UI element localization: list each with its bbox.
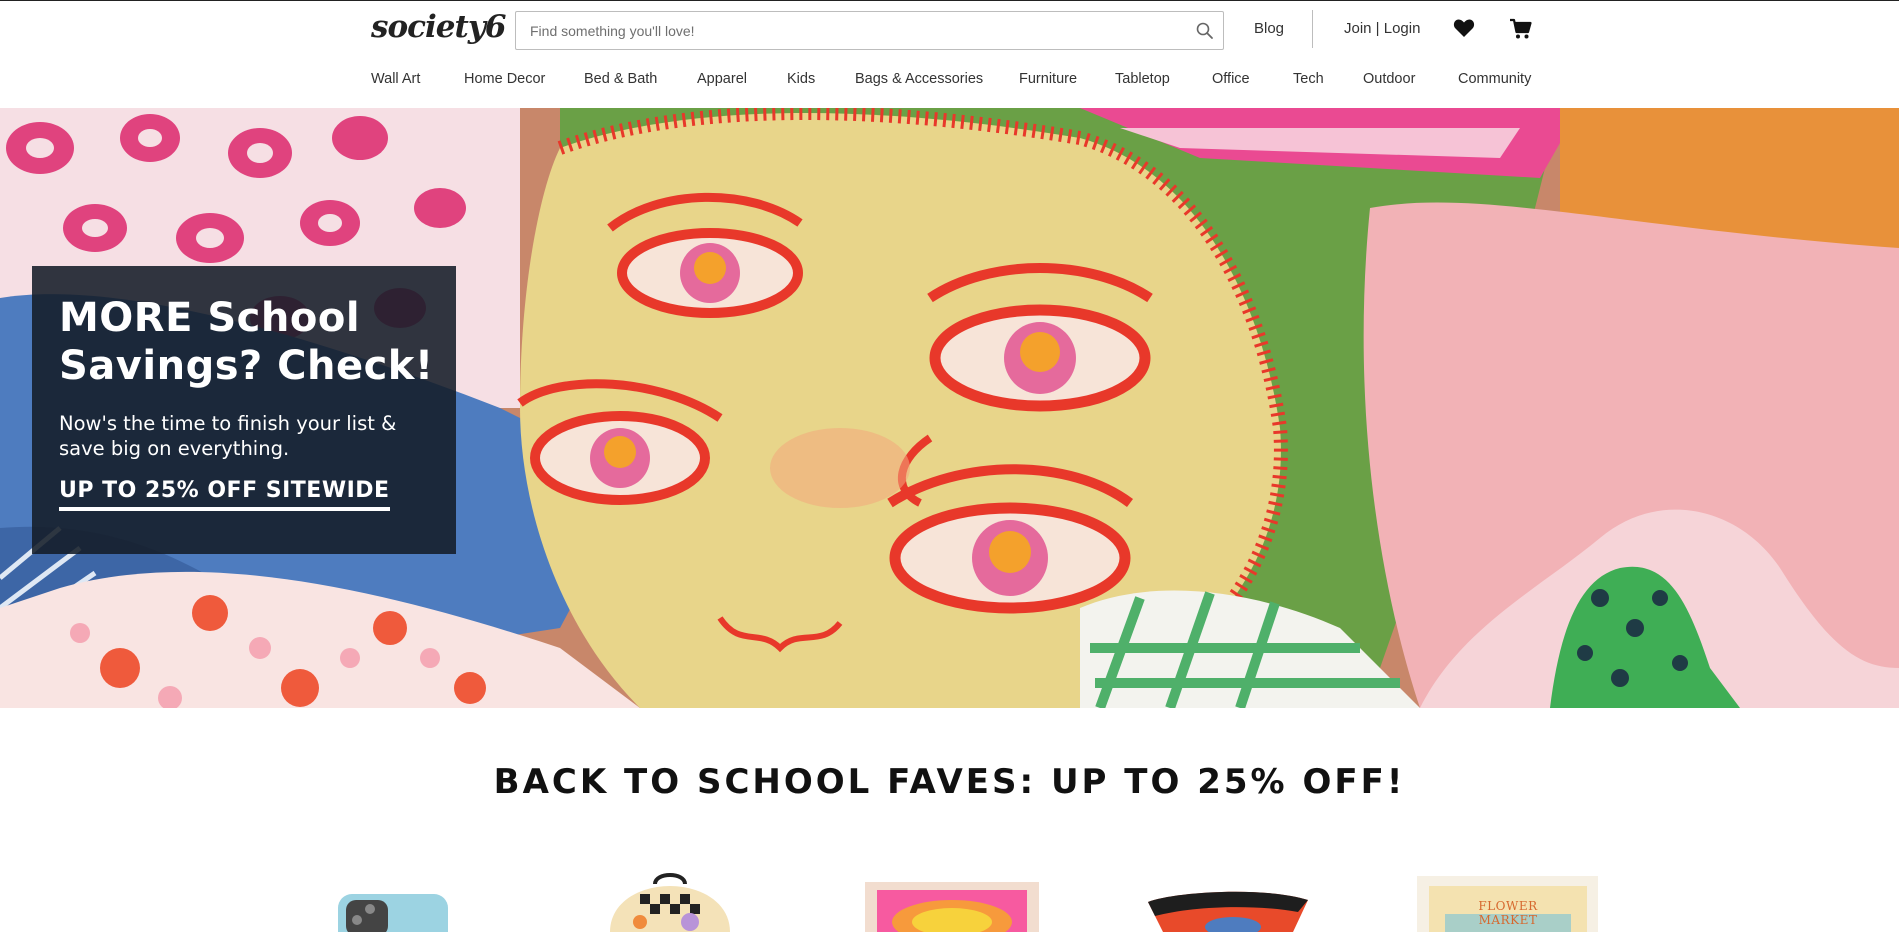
blog-link[interactable]: Blog xyxy=(1254,20,1284,37)
site-header: society6 Blog Join | Login Wall Art Home… xyxy=(0,1,1899,107)
product-row: FLOWER MARKET xyxy=(0,872,1899,932)
hero-banner[interactable]: MORE School Savings? Check! Now's the ti… xyxy=(0,108,1899,708)
nav-tech[interactable]: Tech xyxy=(1293,71,1324,87)
search-bar xyxy=(515,11,1224,50)
promo-panel: MORE School Savings? Check! Now's the ti… xyxy=(32,266,456,554)
nav-kids[interactable]: Kids xyxy=(787,71,815,87)
nav-community[interactable]: Community xyxy=(1458,71,1531,87)
nav-home-decor[interactable]: Home Decor xyxy=(464,71,545,87)
category-nav: Wall Art Home Decor Bed & Bath Apparel K… xyxy=(0,71,1899,93)
nav-apparel[interactable]: Apparel xyxy=(697,71,747,87)
join-login-link[interactable]: Join | Login xyxy=(1344,20,1420,37)
product-backpack[interactable] xyxy=(600,872,740,932)
product-phone-case[interactable] xyxy=(336,872,451,932)
section-title: BACK TO SCHOOL FAVES: UP TO 25% OFF! xyxy=(493,762,1406,802)
promo-cta-link[interactable]: UP TO 25% OFF SITEWIDE xyxy=(59,478,390,511)
promo-subtitle: Now's the time to finish your list & sav… xyxy=(59,412,397,460)
cart-icon[interactable] xyxy=(1509,18,1533,40)
promo-title: MORE School Savings? Check! xyxy=(59,295,434,389)
nav-bed-bath[interactable]: Bed & Bath xyxy=(584,71,657,87)
nav-furniture[interactable]: Furniture xyxy=(1019,71,1077,87)
search-icon[interactable] xyxy=(1195,21,1215,41)
nav-office[interactable]: Office xyxy=(1212,71,1250,87)
nav-bags-accessories[interactable]: Bags & Accessories xyxy=(855,71,983,87)
nav-outdoor[interactable]: Outdoor xyxy=(1363,71,1415,87)
nav-wall-art[interactable]: Wall Art xyxy=(371,71,420,87)
product-mug[interactable] xyxy=(1143,872,1313,932)
society6-logo[interactable]: society6 xyxy=(371,9,506,45)
heart-icon[interactable] xyxy=(1453,18,1475,38)
poster-caption: FLOWER MARKET xyxy=(1478,899,1538,927)
header-divider xyxy=(1312,10,1313,48)
nav-tabletop[interactable]: Tabletop xyxy=(1115,71,1170,87)
search-input[interactable] xyxy=(530,12,1170,49)
product-art-print[interactable] xyxy=(863,872,1041,932)
